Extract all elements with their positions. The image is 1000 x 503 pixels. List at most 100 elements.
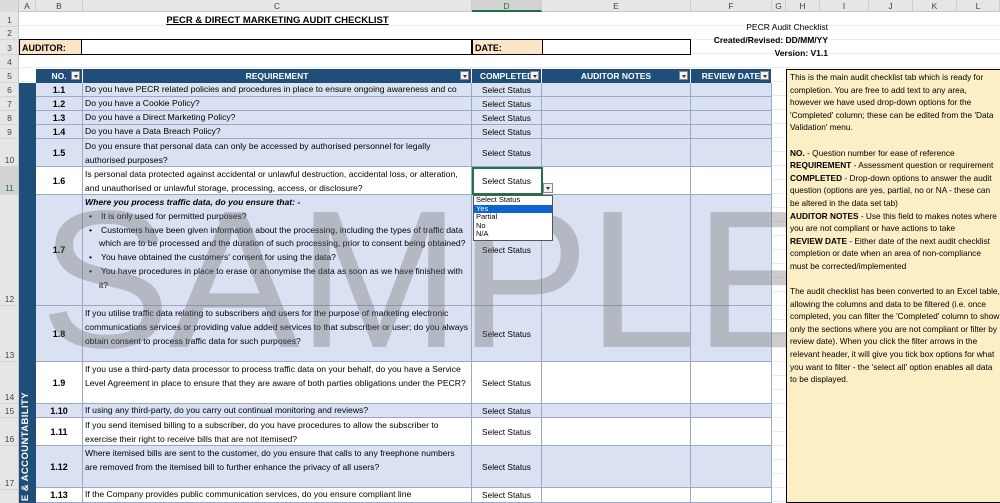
auditor-notes-cell[interactable]	[542, 111, 691, 125]
auditor-field[interactable]	[81, 39, 472, 55]
completed-status-cell[interactable]: Select Status	[472, 488, 542, 503]
filter-dropdown-icon[interactable]	[460, 71, 469, 80]
review-date-cell[interactable]	[691, 418, 772, 446]
auditor-notes-cell[interactable]	[542, 167, 691, 195]
requirement-cell[interactable]: If you send itemised billing to a subscr…	[83, 418, 472, 446]
review-date-cell[interactable]	[691, 167, 772, 195]
column-header-i[interactable]: I	[820, 0, 869, 12]
row-number-cell[interactable]: 1.6	[36, 167, 83, 195]
completed-status-cell[interactable]: Select Status	[472, 83, 542, 97]
row-header-4[interactable]: 4	[0, 55, 18, 69]
requirement-cell[interactable]: Do you have a Direct Marketing Policy?	[83, 111, 472, 125]
row-number-cell[interactable]: 1.10	[36, 404, 83, 418]
column-header-k[interactable]: K	[913, 0, 957, 12]
row-number-cell[interactable]: 1.7	[36, 195, 83, 306]
review-date-cell[interactable]	[691, 488, 772, 503]
row-number-cell[interactable]: 1.1	[36, 83, 83, 97]
row-header-17[interactable]: 17	[0, 446, 18, 490]
requirement-cell[interactable]: If the Company provides public communica…	[83, 488, 472, 503]
requirement-cell[interactable]: Do you ensure that personal data can onl…	[83, 139, 472, 167]
row-header-12[interactable]: 12	[0, 195, 18, 306]
review-date-cell[interactable]	[691, 139, 772, 167]
row-header-3[interactable]: 3	[0, 40, 18, 55]
completed-status-cell[interactable]: Select Status	[472, 362, 542, 404]
completed-status-cell[interactable]: Select Status	[472, 446, 542, 488]
column-header-b[interactable]: B	[36, 0, 83, 12]
dropdown-option[interactable]: Partial	[474, 213, 552, 222]
requirement-cell[interactable]: Do you have a Cookie Policy?	[83, 97, 472, 111]
row-number-cell[interactable]: 1.8	[36, 306, 83, 362]
completed-status-cell[interactable]: Select Status	[472, 125, 542, 139]
column-header-l[interactable]: L	[957, 0, 1000, 12]
row-number-cell[interactable]: 1.11	[36, 418, 83, 446]
status-dropdown-list[interactable]: Select Status Yes Partial No N/A	[473, 195, 553, 241]
column-header-a[interactable]: A	[19, 0, 36, 12]
row-header-10[interactable]: 10	[0, 139, 18, 167]
requirement-cell[interactable]: Is personal data protected against accid…	[83, 167, 472, 195]
review-date-cell[interactable]	[691, 83, 772, 97]
requirement-cell[interactable]: Where you process traffic data, do you e…	[83, 195, 472, 306]
selected-cell[interactable]	[472, 167, 543, 195]
completed-status-cell[interactable]: Select Status	[472, 97, 542, 111]
review-date-cell[interactable]	[691, 362, 772, 404]
column-header-c[interactable]: C	[83, 0, 472, 12]
review-date-cell[interactable]	[691, 111, 772, 125]
auditor-notes-cell[interactable]	[542, 362, 691, 404]
auditor-notes-cell[interactable]	[542, 446, 691, 488]
review-date-cell[interactable]	[691, 195, 772, 306]
column-header-f[interactable]: F	[691, 0, 772, 12]
dropdown-option[interactable]: N/A	[474, 230, 552, 239]
requirement-cell[interactable]: If using any third-party, do you carry o…	[83, 404, 472, 418]
row-header-14[interactable]: 14	[0, 362, 18, 404]
select-all-corner[interactable]	[0, 0, 19, 12]
row-header-6[interactable]: 6	[0, 83, 18, 97]
filter-dropdown-icon[interactable]	[679, 71, 688, 80]
column-header-e[interactable]: E	[542, 0, 691, 12]
row-header-5[interactable]: 5	[0, 69, 18, 83]
auditor-notes-cell[interactable]	[542, 97, 691, 111]
column-header-d[interactable]: D	[472, 0, 542, 12]
completed-status-cell[interactable]: Select Status	[472, 111, 542, 125]
row-number-cell[interactable]: 1.2	[36, 97, 83, 111]
row-number-cell[interactable]: 1.5	[36, 139, 83, 167]
row-header-11[interactable]: 11	[0, 167, 18, 195]
row-number-cell[interactable]: 1.13	[36, 488, 83, 503]
requirement-cell[interactable]: Where itemised bills are sent to the cus…	[83, 446, 472, 488]
auditor-notes-cell[interactable]	[542, 139, 691, 167]
requirement-cell[interactable]: Do you have PECR related policies and pr…	[83, 83, 472, 97]
row-header-2[interactable]: 2	[0, 27, 18, 40]
auditor-notes-cell[interactable]	[542, 306, 691, 362]
completed-status-cell[interactable]: Select Status	[472, 418, 542, 446]
completed-status-cell[interactable]: Select Status	[472, 404, 542, 418]
requirement-cell[interactable]: If you utilise traffic data relating to …	[83, 306, 472, 362]
review-date-cell[interactable]	[691, 97, 772, 111]
column-header-j[interactable]: J	[869, 0, 913, 12]
auditor-notes-cell[interactable]	[542, 404, 691, 418]
auditor-notes-cell[interactable]	[542, 125, 691, 139]
review-date-cell[interactable]	[691, 404, 772, 418]
review-date-cell[interactable]	[691, 306, 772, 362]
date-field[interactable]	[542, 39, 691, 55]
column-header-g[interactable]: G	[772, 0, 786, 12]
row-header-13[interactable]: 13	[0, 306, 18, 362]
completed-status-cell[interactable]: Select Status	[472, 306, 542, 362]
review-date-cell[interactable]	[691, 446, 772, 488]
row-header-9[interactable]: 9	[0, 125, 18, 139]
filter-dropdown-icon[interactable]	[71, 71, 80, 80]
review-date-cell[interactable]	[691, 125, 772, 139]
row-number-cell[interactable]: 1.4	[36, 125, 83, 139]
row-header-16[interactable]: 16	[0, 418, 18, 446]
auditor-notes-cell[interactable]	[542, 195, 691, 306]
row-header-8[interactable]: 8	[0, 111, 18, 125]
filter-dropdown-icon[interactable]	[530, 71, 539, 80]
row-header-7[interactable]: 7	[0, 97, 18, 111]
requirement-cell[interactable]: If you use a third-party data processor …	[83, 362, 472, 404]
row-number-cell[interactable]: 1.9	[36, 362, 83, 404]
requirement-cell[interactable]: Do you have a Data Breach Policy?	[83, 125, 472, 139]
column-header-h[interactable]: H	[786, 0, 820, 12]
row-number-cell[interactable]: 1.12	[36, 446, 83, 488]
auditor-notes-cell[interactable]	[542, 488, 691, 503]
row-header-1[interactable]: 1	[0, 12, 18, 27]
auditor-notes-cell[interactable]	[542, 418, 691, 446]
dropdown-arrow-icon[interactable]	[543, 183, 553, 193]
